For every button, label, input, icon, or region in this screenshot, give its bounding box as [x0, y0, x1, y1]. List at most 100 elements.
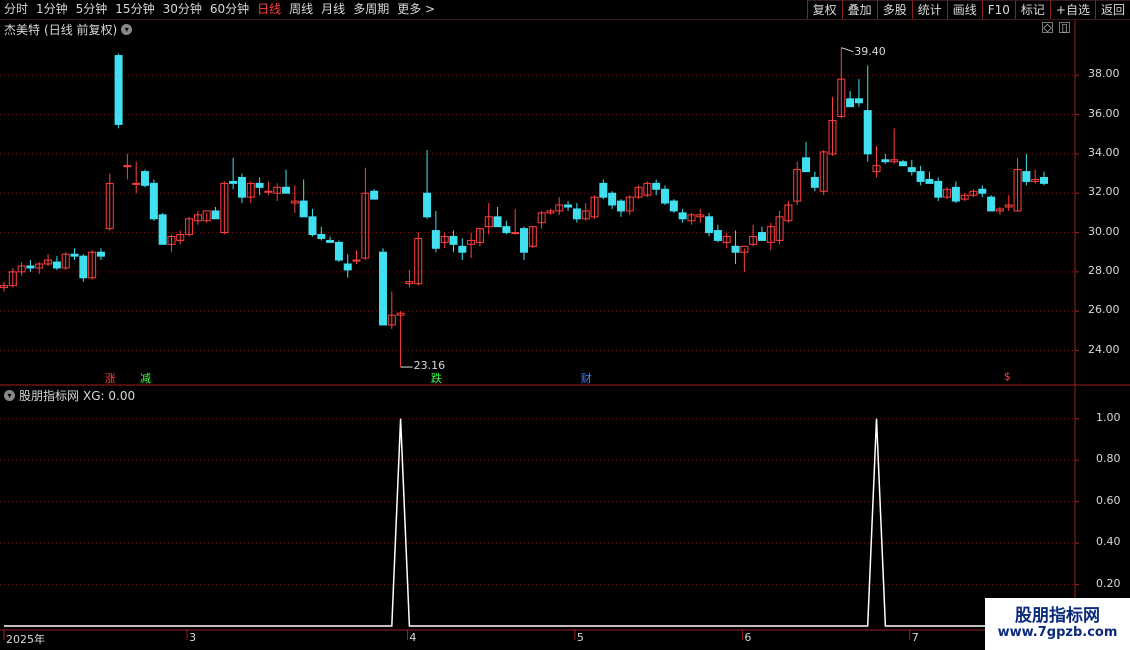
- watermark: 股朋指标网 www.7gpzb.com: [985, 598, 1130, 650]
- candle-body: [846, 98, 855, 108]
- event-marker: 跌: [430, 372, 442, 385]
- indicator-tick-label: 0.20: [1096, 576, 1121, 590]
- candle-body: [863, 110, 872, 155]
- candle-body: [854, 98, 863, 104]
- candle-body: [511, 232, 520, 235]
- candle-body: [713, 230, 722, 241]
- dropdown-icon[interactable]: ▾: [4, 390, 15, 401]
- date-tick-label: 4: [409, 631, 417, 644]
- candle-body: [264, 190, 273, 193]
- date-tick-label: 2025年: [6, 633, 45, 646]
- candle-body: [731, 245, 740, 253]
- candle-body: [79, 255, 88, 279]
- date-tick-label: 3: [189, 631, 197, 644]
- candle-body: [1022, 171, 1031, 182]
- candle-body: [114, 55, 123, 125]
- diamond-icon[interactable]: ◇: [1042, 22, 1053, 33]
- candle-body: [502, 226, 511, 234]
- candle-body: [987, 196, 996, 212]
- candle-body: [229, 180, 238, 184]
- indicator-panel-title: ▾ 股朋指标网 XG: 0.00: [4, 387, 135, 404]
- split-panel-icon[interactable]: ▯: [1059, 22, 1070, 33]
- xg-line: [4, 418, 1044, 627]
- candle-body: [334, 241, 343, 261]
- candle-body: [810, 176, 819, 188]
- candle-body: [299, 200, 308, 218]
- price-tick-label: 38.00: [1088, 67, 1120, 81]
- candle-body: [237, 176, 246, 198]
- candle-body: [352, 259, 361, 262]
- candle-body: [898, 161, 907, 167]
- candle-body: [26, 265, 35, 269]
- indicator-tick-label: 0.60: [1096, 493, 1121, 507]
- candle-body: [757, 232, 766, 241]
- candle-body: [141, 171, 150, 186]
- price-tick-label: 28.00: [1088, 263, 1120, 277]
- candle-body: [978, 188, 987, 194]
- main-panel-title: 杰美特 (日线 前复权) ▾: [4, 21, 133, 38]
- candle-body: [705, 216, 714, 234]
- event-marker: $: [1003, 370, 1011, 383]
- chart-mode: (日线 前复权): [44, 23, 118, 37]
- candle-body: [599, 182, 608, 198]
- candle-body: [52, 261, 61, 269]
- event-marker: 涨: [104, 372, 116, 385]
- candle-body: [564, 204, 573, 208]
- candle-body: [343, 263, 352, 271]
- price-tick-label: 30.00: [1088, 224, 1120, 238]
- candle-body: [572, 208, 581, 220]
- indicator-name: 股朋指标网: [19, 389, 80, 403]
- date-tick-label: 7: [911, 631, 919, 644]
- candle-body: [1040, 176, 1048, 184]
- price-tick-label: 26.00: [1088, 303, 1120, 317]
- candle-body: [449, 235, 458, 245]
- candle-body: [881, 159, 890, 163]
- candle-body: [378, 251, 387, 326]
- chart-canvas: [0, 20, 1130, 640]
- candle-body: [423, 192, 432, 218]
- candle-body: [431, 230, 440, 249]
- event-marker: 财: [580, 372, 592, 385]
- watermark-title: 股朋指标网: [1015, 606, 1100, 626]
- price-tick-label: 34.00: [1088, 145, 1120, 159]
- candle-body: [123, 165, 132, 168]
- stock-name: 杰美特: [4, 23, 41, 37]
- candle-body: [370, 190, 379, 200]
- candle-body: [458, 245, 467, 253]
- candle-body: [652, 182, 661, 190]
- panel-controls: ◇ ▯: [1042, 22, 1070, 33]
- watermark-url: www.7gpzb.com: [997, 625, 1118, 640]
- price-tick-label: 24.00: [1088, 342, 1120, 356]
- indicator-tick-label: 0.40: [1096, 535, 1121, 549]
- candle-body: [616, 200, 625, 212]
- candle-body: [493, 216, 502, 228]
- candle-body: [669, 200, 678, 212]
- dropdown-icon[interactable]: ▾: [121, 24, 133, 35]
- candle-body: [907, 167, 916, 173]
- date-tick-label: 6: [744, 631, 752, 644]
- candle-body: [255, 182, 264, 188]
- candle-body: [282, 186, 291, 194]
- candle-body: [158, 214, 167, 245]
- candle-body: [317, 234, 326, 239]
- candle-body: [132, 182, 141, 185]
- candle-body: [802, 157, 811, 173]
- event-marker: 减: [140, 372, 152, 385]
- candle-body: [934, 180, 943, 198]
- candle-body: [661, 188, 670, 204]
- date-tick-label: 5: [576, 631, 584, 644]
- candle-body: [96, 251, 105, 257]
- candle-body: [308, 216, 317, 236]
- high-pointer: [841, 47, 854, 53]
- candle-body: [70, 253, 79, 257]
- price-tick-label: 32.00: [1088, 185, 1120, 199]
- candle-body: [608, 192, 617, 206]
- candle-body: [326, 239, 335, 243]
- indicator-value: XG: 0.00: [83, 388, 136, 403]
- high-price-label: 39.40: [854, 44, 886, 58]
- candle-body: [678, 212, 687, 220]
- candle-body: [520, 228, 528, 253]
- candle-body: [916, 171, 925, 182]
- candle-body: [925, 178, 934, 184]
- candle-body: [951, 186, 960, 202]
